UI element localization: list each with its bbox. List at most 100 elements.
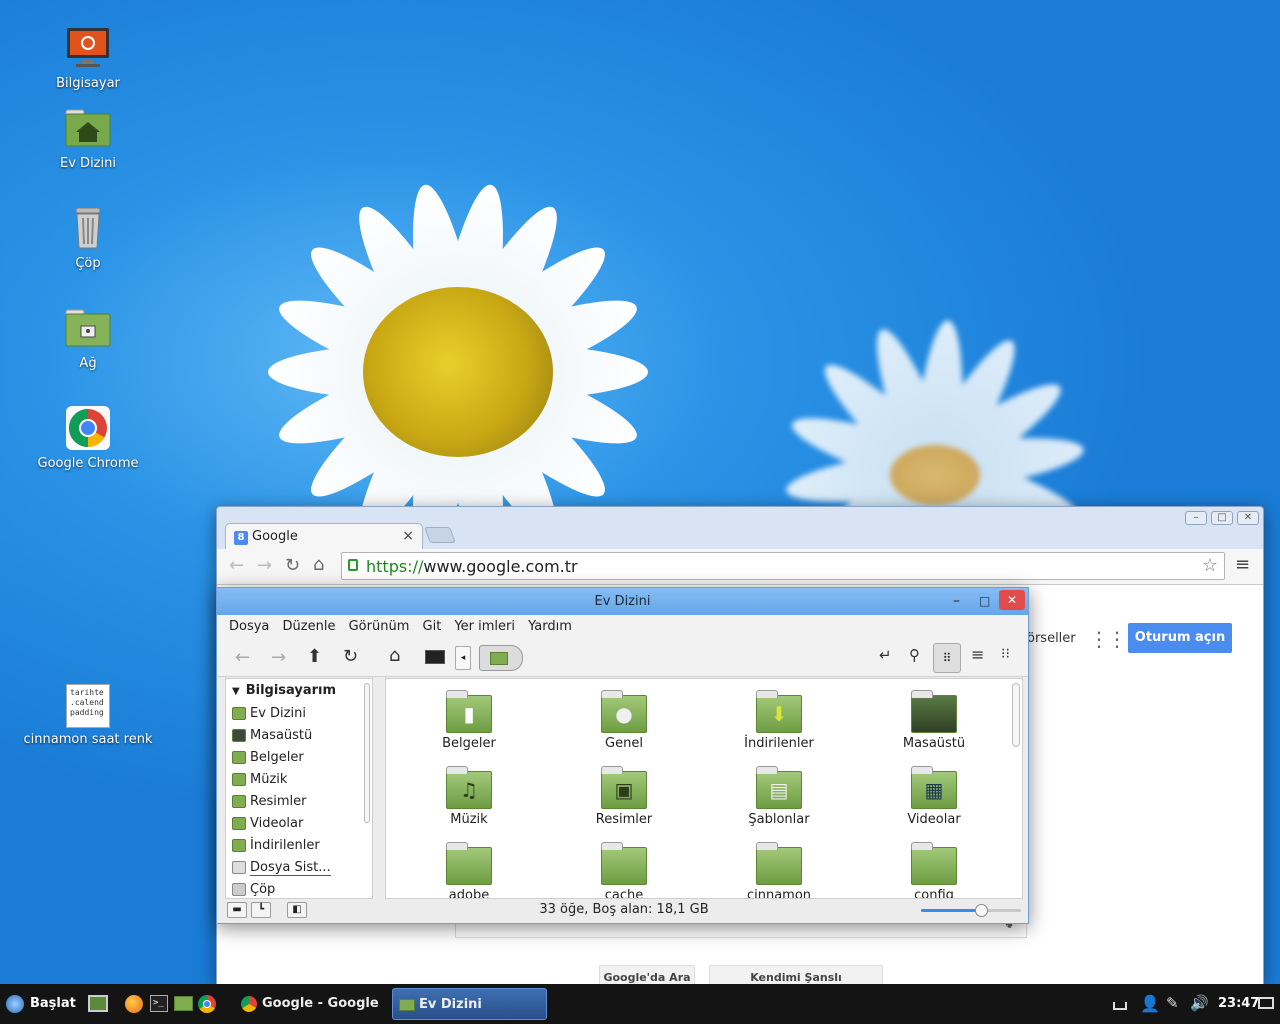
maximize-icon[interactable]: □	[979, 588, 990, 615]
show-tree-icon[interactable]: ┗	[251, 902, 271, 918]
compact-view-icon[interactable]: ⁝⁝	[1001, 646, 1010, 662]
address-bar[interactable]: https://www.google.com.tr ☆	[341, 552, 1225, 580]
sidebar-item-belgeler[interactable]: Belgeler	[226, 747, 372, 769]
file-item-label: Şablonlar	[748, 812, 810, 827]
path-left-arrow-icon[interactable]: ◂	[455, 646, 471, 670]
file-item-adobe[interactable]: adobe	[414, 842, 524, 898]
forward-arrow-icon[interactable]: →	[257, 555, 272, 576]
file-item-cache[interactable]: cache	[569, 842, 679, 898]
sidebar-item-label: Müzik	[250, 772, 288, 787]
menu-git[interactable]: Git	[423, 619, 442, 634]
desktop-icon-chrome[interactable]: Google Chrome	[18, 404, 158, 471]
desktop-icon-trash[interactable]: Çöp	[18, 204, 158, 271]
sidebar-item-dosya-sistemi[interactable]: Dosya Sist...	[226, 857, 372, 879]
menu-dosya[interactable]: Dosya	[229, 619, 269, 634]
file-item-belgeler[interactable]: ▮ Belgeler	[414, 690, 524, 751]
menu-yer-imleri[interactable]: Yer imleri	[454, 619, 515, 634]
file-item-resimler[interactable]: ▣ Resimler	[569, 766, 679, 827]
chrome-minimize-button[interactable]: –	[1185, 511, 1207, 525]
desktop-icon-textfile[interactable]: tarihte .calend padding cinnamon saat re…	[18, 684, 158, 747]
new-tab-button[interactable]	[424, 527, 456, 543]
zoom-slider-knob[interactable]	[975, 904, 988, 917]
location-toggle-icon[interactable]: ↵	[879, 646, 892, 664]
desktop-icon-home[interactable]: Ev Dizini	[18, 104, 158, 171]
reload-icon[interactable]: ↻	[285, 555, 300, 576]
file-item-muzik[interactable]: ♫ Müzik	[414, 766, 524, 827]
sidebar-item-videolar[interactable]: Videolar	[226, 813, 372, 835]
minimize-icon[interactable]: –	[953, 588, 960, 615]
computer-icon[interactable]	[425, 650, 445, 664]
chrome-icon	[64, 404, 112, 452]
sidebar-item-muzik[interactable]: Müzik	[226, 769, 372, 791]
bookmark-star-icon[interactable]: ☆	[1202, 555, 1218, 576]
refresh-icon[interactable]: ↻	[343, 646, 358, 667]
file-item-indirilenler[interactable]: ⬇ İndirilenler	[724, 690, 834, 751]
path-home-folder-button[interactable]	[479, 645, 523, 671]
desktop-icon-network[interactable]: Ağ	[18, 304, 158, 371]
taskbar-window-chrome[interactable]: Google - Google C...	[236, 988, 386, 1020]
files-launcher-icon[interactable]	[174, 996, 193, 1011]
file-item-sablonlar[interactable]: ▤ Şablonlar	[724, 766, 834, 827]
file-item-cinnamon[interactable]: cinnamon	[724, 842, 834, 898]
sidebar-item-ev-dizini[interactable]: Ev Dizini	[226, 703, 372, 725]
sidebar-header[interactable]: ▼ Bilgisayarım	[226, 679, 372, 703]
chrome-menu-icon[interactable]: ≡	[1235, 554, 1250, 575]
chrome-tab-google[interactable]: 8 Google ×	[225, 523, 423, 551]
show-desktop-corner-icon[interactable]	[1258, 997, 1274, 1009]
home-icon[interactable]: ⌂	[389, 645, 400, 666]
file-view: ▮ Belgeler ● Genel ⬇ İndirilenler Masaüstü …	[385, 678, 1023, 899]
desktop-icon-computer[interactable]: Bilgisayar	[18, 24, 158, 91]
user-icon[interactable]: 👤	[1140, 994, 1160, 1013]
file-item-label: Masaüstü	[902, 736, 966, 751]
file-item-genel[interactable]: ● Genel	[569, 690, 679, 751]
pen-icon[interactable]: ✎	[1166, 994, 1179, 1012]
sidebar-item-masaustu[interactable]: Masaüstü	[226, 725, 372, 747]
sidebar-item-label: İndirilenler	[250, 838, 320, 853]
forward-arrow-icon[interactable]: →	[271, 647, 286, 668]
signin-button[interactable]: Oturum açın	[1128, 623, 1232, 653]
sidebar-item-cop[interactable]: Çöp	[226, 879, 372, 898]
chrome-launcher-icon[interactable]	[198, 995, 216, 1013]
sidebar-item-resimler[interactable]: Resimler	[226, 791, 372, 813]
sidebar-item-indirilenler[interactable]: İndirilenler	[226, 835, 372, 857]
file-item-masaustu[interactable]: Masaüstü	[879, 690, 989, 751]
chrome-close-button[interactable]: ✕	[1237, 511, 1259, 525]
terminal-launcher-icon[interactable]: >_	[150, 995, 168, 1012]
close-button[interactable]: ✕	[999, 590, 1025, 610]
search-icon[interactable]: ⚲	[909, 646, 920, 664]
chrome-tab-title: Google	[252, 529, 298, 544]
start-button[interactable]: Başlat	[6, 984, 76, 1024]
trash-icon	[64, 204, 112, 252]
show-places-icon[interactable]: ▬	[227, 902, 247, 918]
icon-view-button[interactable]: ⠿	[933, 643, 961, 673]
folder-icon	[911, 690, 957, 733]
folder-icon: ▦	[911, 766, 957, 809]
list-view-icon[interactable]: ≡	[971, 645, 984, 664]
firefox-launcher-icon[interactable]	[125, 995, 143, 1013]
menu-gorunum[interactable]: Görünüm	[349, 619, 410, 634]
notification-icon[interactable]	[1113, 1002, 1127, 1010]
close-tab-icon[interactable]: ×	[402, 528, 414, 544]
file-manager-titlebar[interactable]: Ev Dizini – □ ✕	[217, 588, 1028, 615]
clock[interactable]: 23:47	[1218, 984, 1259, 1024]
show-desktop-icon[interactable]	[88, 995, 108, 1012]
zoom-slider[interactable]	[921, 904, 1021, 917]
file-item-config[interactable]: config	[879, 842, 989, 898]
file-item-videolar[interactable]: ▦ Videolar	[879, 766, 989, 827]
back-arrow-icon[interactable]: ←	[235, 647, 250, 668]
folder-icon	[911, 842, 957, 885]
home-icon[interactable]: ⌂	[313, 554, 324, 575]
back-arrow-icon[interactable]: ←	[229, 555, 244, 576]
up-arrow-icon[interactable]: ⬆	[307, 646, 322, 667]
toggle-sidebar-icon[interactable]: ◧	[287, 902, 307, 918]
menu-yardim[interactable]: Yardım	[528, 619, 572, 634]
sidebar-scrollbar[interactable]	[364, 683, 370, 823]
taskbar-window-files[interactable]: Ev Dizini	[392, 988, 547, 1020]
menu-duzenle[interactable]: Düzenle	[283, 619, 336, 634]
images-link[interactable]: örseller	[1027, 631, 1076, 646]
videos-folder-icon	[232, 817, 246, 830]
file-view-scrollbar[interactable]	[1012, 683, 1020, 747]
volume-icon[interactable]: 🔊	[1190, 994, 1209, 1012]
file-preview-line: tarihte	[70, 688, 104, 697]
chrome-maximize-button[interactable]: □	[1211, 511, 1233, 525]
